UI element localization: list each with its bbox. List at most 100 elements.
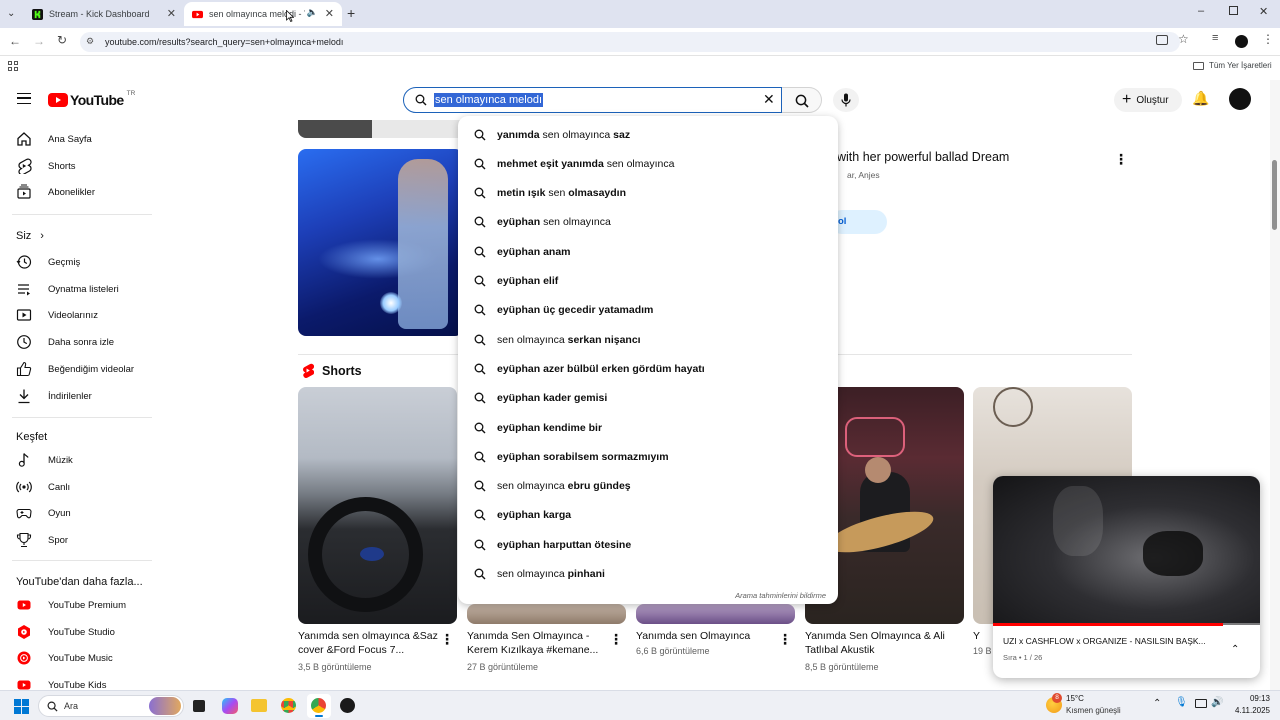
video-thumbnail[interactable] <box>298 120 372 138</box>
sidebar-item-youtube-premium[interactable]: YouTube Premium <box>16 596 126 614</box>
site-info-icon[interactable]: ⚙ <box>86 36 94 47</box>
search-suggestion[interactable]: eyüphan sorabilsem sormazmıyım <box>458 442 838 471</box>
window-close-icon[interactable]: ✕ <box>1259 5 1268 18</box>
sidebar-item-youtube-music[interactable]: YouTube Music <box>16 649 113 667</box>
apps-grid-icon[interactable] <box>8 61 18 71</box>
back-icon[interactable]: ← <box>9 34 21 48</box>
short-thumbnail[interactable] <box>467 604 626 624</box>
short-thumbnail[interactable] <box>636 604 795 624</box>
app-icon[interactable] <box>340 698 355 713</box>
all-bookmarks-button[interactable]: Tüm Yer İşaretleri <box>1193 61 1272 70</box>
short-title[interactable]: Yanımda Sen Olmayınca - Kerem Kızılkaya … <box>467 629 607 657</box>
install-app-icon[interactable] <box>1156 35 1168 45</box>
reload-icon[interactable]: ↻ <box>57 33 67 47</box>
volume-icon[interactable]: 🔊 <box>1211 697 1223 708</box>
report-predictions-link[interactable]: Arama tahminlerini bildirme <box>735 591 826 600</box>
hamburger-menu-icon[interactable] <box>17 93 31 104</box>
sidebar-item-subscriptions[interactable]: Abonelikler <box>16 183 95 201</box>
clock-time[interactable]: 09:13 <box>1234 694 1270 703</box>
profile-avatar[interactable] <box>1235 35 1248 48</box>
taskbar-active-app[interactable] <box>307 694 331 718</box>
search-suggestion[interactable]: yanımda sen olmayınca saz <box>458 120 838 149</box>
miniplayer-title[interactable]: UZI x CASHFLOW x ORGANIZE - NASILSIN BAŞ… <box>1003 636 1206 646</box>
taskbar-search[interactable]: Ara <box>38 695 184 717</box>
sidebar-item-home[interactable]: Ana Sayfa <box>16 130 92 148</box>
forward-icon[interactable]: → <box>33 34 45 48</box>
short-more-icon[interactable]: ⋮ <box>440 631 454 648</box>
short-thumbnail[interactable] <box>298 387 457 624</box>
sidebar-item-downloads[interactable]: İndirilenler <box>16 387 92 405</box>
search-suggestion[interactable]: eyüphan karga <box>458 501 838 530</box>
new-tab-button[interactable]: + <box>347 5 355 21</box>
sidebar-item-shorts[interactable]: Shorts <box>16 157 75 175</box>
video-more-icon[interactable]: ⋮ <box>1114 151 1128 168</box>
short-title[interactable]: Yanımda sen Olmayınca <box>636 629 776 643</box>
clock-date[interactable]: 4.11.2025 <box>1226 706 1270 715</box>
search-suggestion[interactable]: metin ışık sen olmasaydın <box>458 179 838 208</box>
short-title[interactable]: Yanımda Sen Olmayınca & Ali Tatlıbal Aku… <box>805 629 945 657</box>
short-more-icon[interactable]: ⋮ <box>609 631 623 648</box>
file-explorer-icon[interactable] <box>251 699 267 712</box>
search-suggestion[interactable]: eyüphan elif <box>458 267 838 296</box>
sidebar-section-you[interactable]: Siz › <box>16 230 44 242</box>
clear-search-icon[interactable]: ✕ <box>763 91 775 108</box>
sidebar-item-liked-videos[interactable]: Beğendiğim videolar <box>16 360 134 378</box>
weather-icon[interactable]: 8 <box>1046 693 1062 713</box>
close-tab-icon[interactable]: ✕ <box>167 7 176 20</box>
miniplayer[interactable]: UZI x CASHFLOW x ORGANIZE - NASILSIN BAŞ… <box>993 476 1260 678</box>
minimize-icon[interactable]: – <box>1198 5 1204 17</box>
tray-overflow-icon[interactable]: ⌃ <box>1153 698 1161 709</box>
sidebar-item-watch-later[interactable]: Daha sonra izle <box>16 333 114 351</box>
sidebar-item-youtube-studio[interactable]: YouTube Studio <box>16 623 115 641</box>
search-suggestion[interactable]: sen olmayınca ebru gündeş <box>458 472 838 501</box>
search-suggestion[interactable]: eyüphan sen olmayınca <box>458 208 838 237</box>
video-thumbnail[interactable] <box>298 149 463 336</box>
video-badge[interactable]: ol <box>830 210 887 234</box>
browser-menu-icon[interactable]: ⋮ <box>1262 32 1274 46</box>
sidebar-item-gaming[interactable]: Oyun <box>16 504 71 522</box>
tab-kick-dashboard[interactable]: Stream - Kick Dashboard ✕ <box>24 2 184 26</box>
microphone-icon[interactable]: 🎙 <box>1175 697 1188 708</box>
search-suggestion[interactable]: eyüphan azer bülbül erken gördüm hayatı <box>458 354 838 383</box>
tab-youtube-search[interactable]: sen olmayınca melodi - You 🔈 ✕ <box>184 2 342 26</box>
task-view-icon[interactable] <box>193 700 205 712</box>
copilot-icon[interactable] <box>222 698 238 714</box>
speaker-icon[interactable]: 🔈 <box>307 7 318 18</box>
display-icon[interactable] <box>1195 699 1207 708</box>
youtube-logo[interactable]: YouTube TR <box>48 90 135 108</box>
voice-search-button[interactable] <box>833 88 859 112</box>
page-scrollbar[interactable] <box>1270 80 1280 690</box>
media-control-icon[interactable]: ≡ <box>1212 32 1218 44</box>
bookmark-star-icon[interactable]: ☆ <box>1178 32 1189 46</box>
search-suggestion[interactable]: eyüphan kader gemisi <box>458 384 838 413</box>
search-input[interactable]: sen olmayınca melodı ✕ <box>403 87 782 113</box>
account-avatar[interactable] <box>1229 88 1251 110</box>
notifications-bell-icon[interactable]: 🔔 <box>1192 90 1209 107</box>
search-suggestion[interactable]: eyüphan anam <box>458 237 838 266</box>
search-suggestion[interactable]: mehmet eşit yanımda sen olmayınca <box>458 149 838 178</box>
scrollbar-thumb[interactable] <box>1272 160 1277 230</box>
chrome-icon[interactable] <box>281 698 296 713</box>
sidebar-item-music[interactable]: Müzik <box>16 451 73 469</box>
sidebar-item-live[interactable]: Canlı <box>16 478 70 496</box>
sidebar-item-playlists[interactable]: Oynatma listeleri <box>16 280 119 298</box>
search-suggestion[interactable]: eyüphan kendime bir <box>458 413 838 442</box>
restore-icon[interactable] <box>1229 6 1238 15</box>
sidebar-item-history[interactable]: Geçmiş <box>16 253 80 271</box>
miniplayer-video[interactable] <box>993 476 1260 625</box>
tab-list-chevron-icon[interactable]: ⌄ <box>7 8 15 19</box>
search-button[interactable] <box>782 87 822 113</box>
expand-queue-icon[interactable]: ⌃ <box>1231 644 1239 655</box>
video-thumbnail[interactable] <box>372 120 462 138</box>
video-channel[interactable]: ar, Anjes <box>847 170 880 180</box>
sidebar-item-sports[interactable]: Spor <box>16 531 68 549</box>
url-field[interactable]: ⚙ youtube.com/results?search_query=sen+o… <box>80 32 1180 52</box>
sidebar-item-your-videos[interactable]: Videolarınız <box>16 306 98 324</box>
video-title[interactable]: with her powerful ballad Dream <box>837 150 1009 164</box>
short-title[interactable]: Yanımda sen olmayınca &Saz cover &Ford F… <box>298 629 438 657</box>
miniplayer-progress-track[interactable] <box>993 623 1260 626</box>
create-button[interactable]: + Oluştur <box>1114 88 1182 112</box>
close-tab-icon[interactable]: ✕ <box>325 7 334 20</box>
search-suggestion[interactable]: eyüphan harputtan ötesine <box>458 530 838 559</box>
short-more-icon[interactable]: ⋮ <box>778 631 792 648</box>
